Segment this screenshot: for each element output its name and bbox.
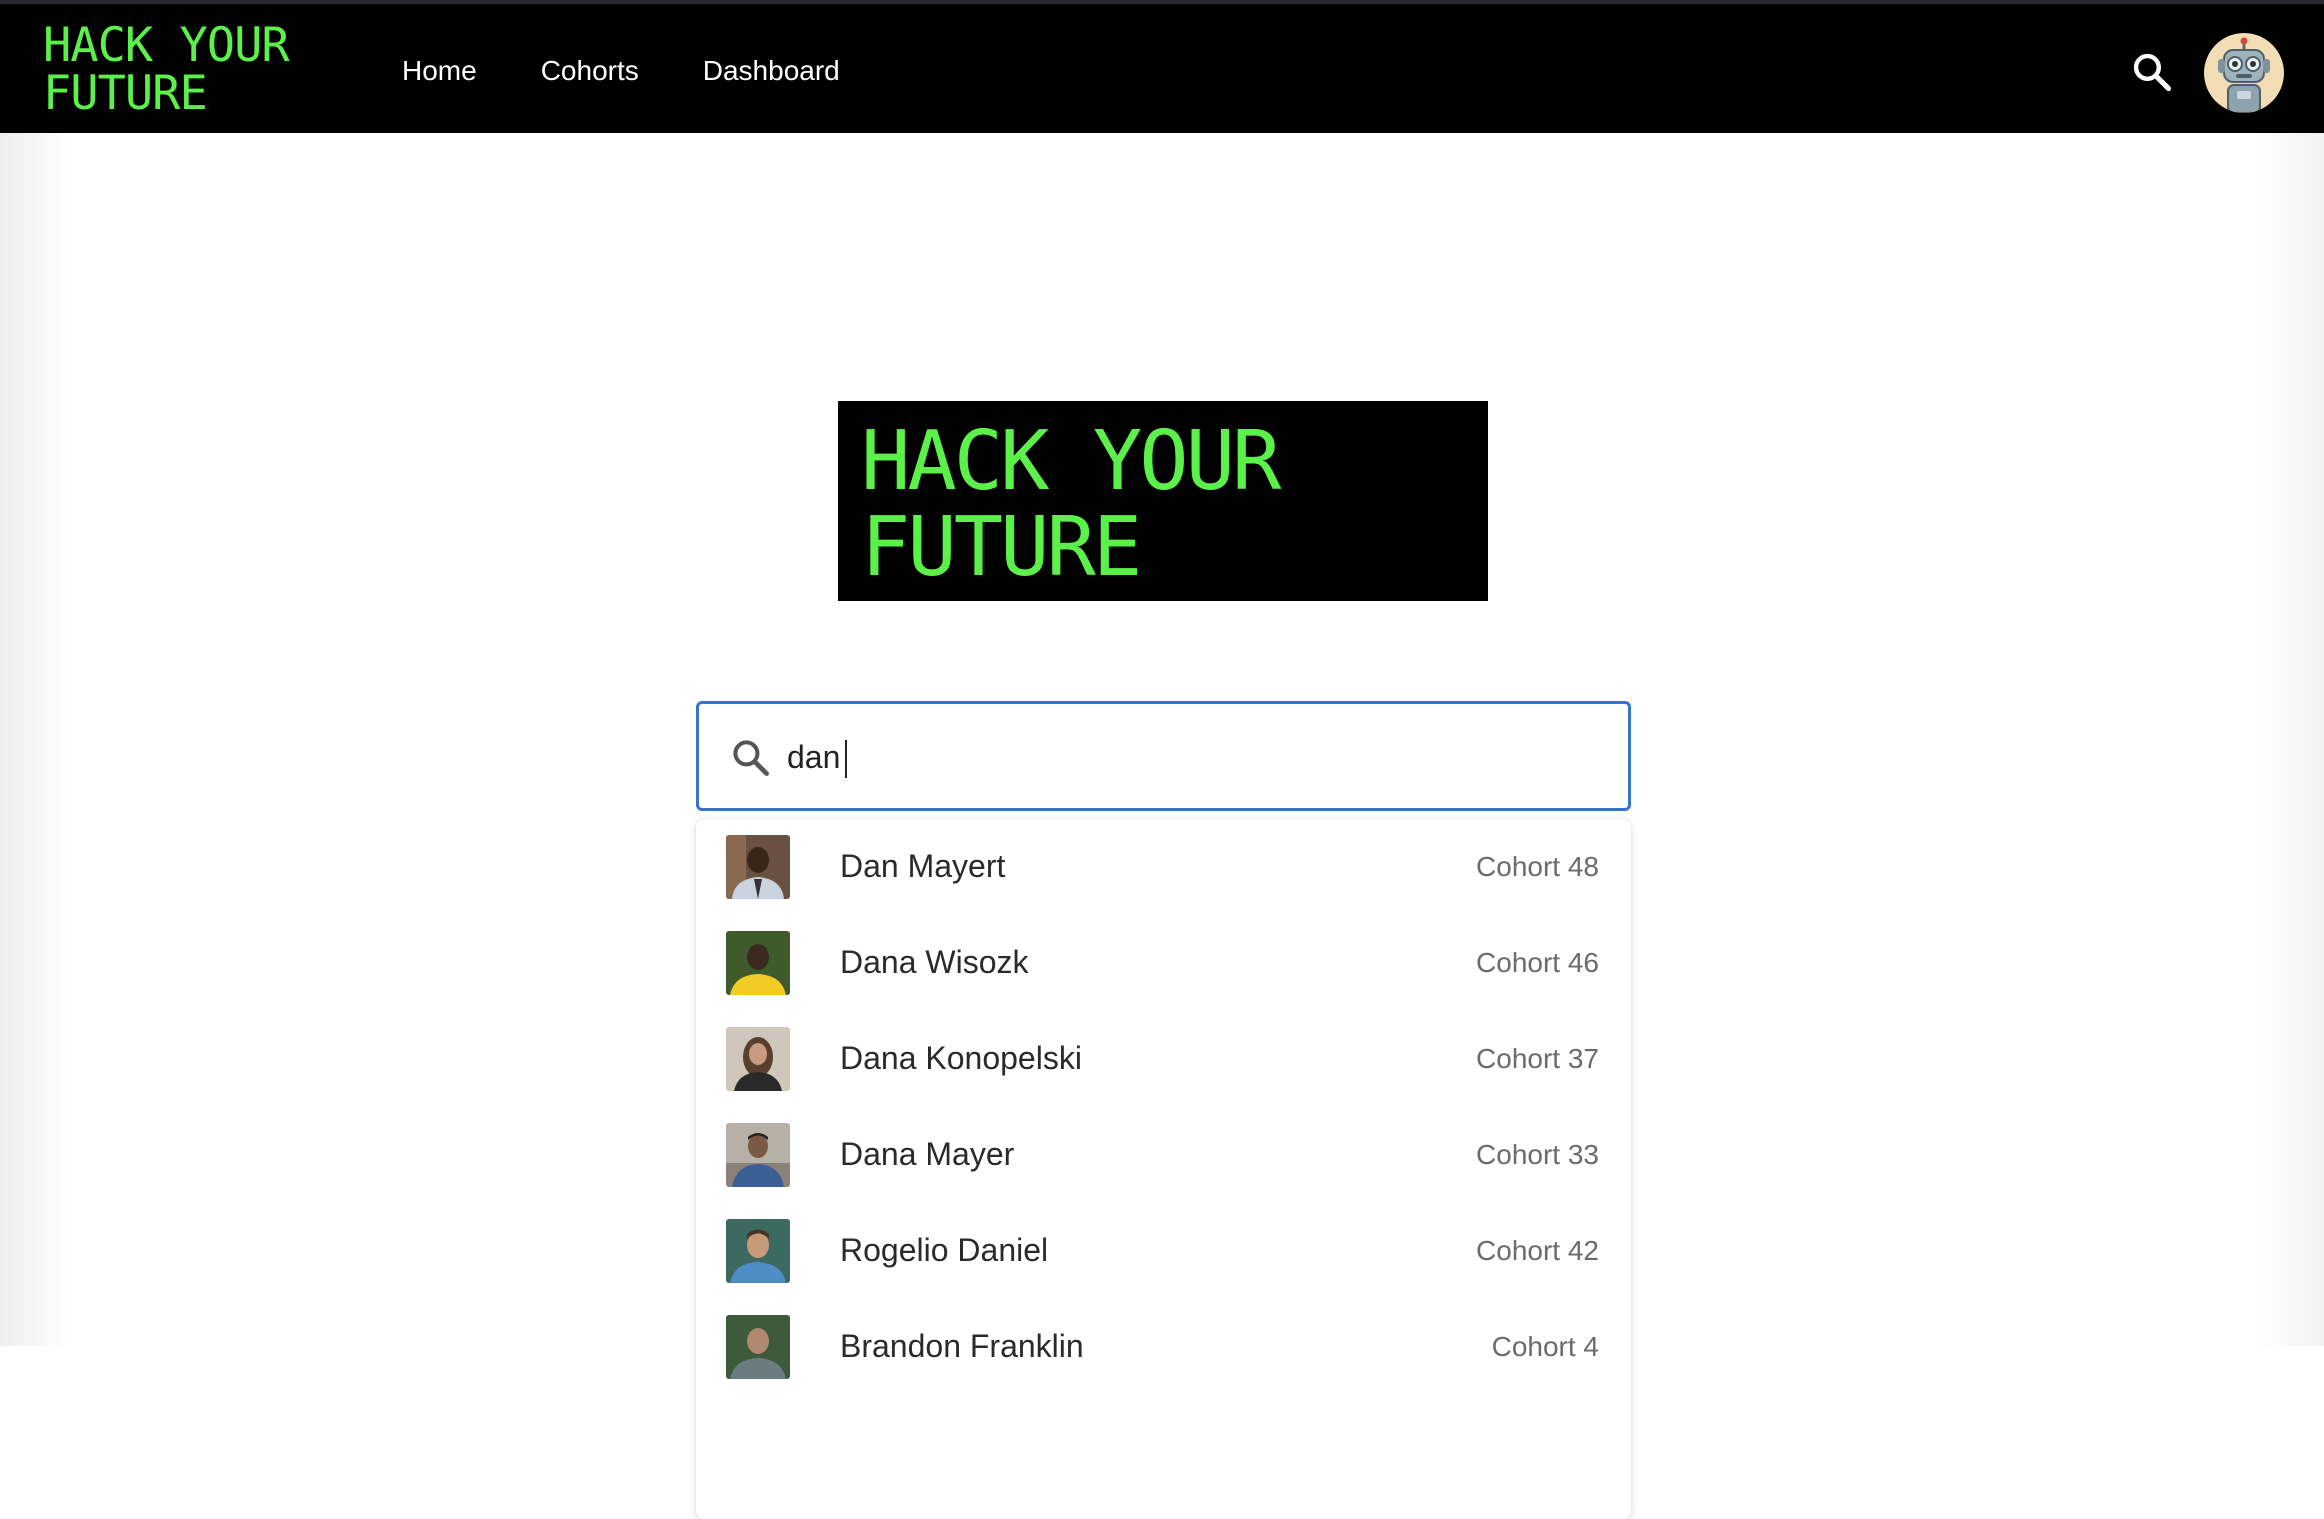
hero-logo: HACK YOUR FUTURE bbox=[838, 401, 1488, 601]
student-cohort: Cohort 33 bbox=[1476, 1139, 1599, 1170]
student-name: Dana Mayer bbox=[840, 1136, 1015, 1172]
student-cohort: Cohort 37 bbox=[1476, 1043, 1599, 1074]
search-result-item[interactable]: Dan Mayert Cohort 48 bbox=[696, 819, 1631, 915]
nav-home[interactable]: Home bbox=[402, 51, 477, 91]
brand-logo[interactable]: HACK YOUR FUTURE bbox=[43, 22, 290, 118]
student-photo bbox=[726, 1219, 790, 1283]
search-input[interactable] bbox=[787, 722, 1607, 792]
student-cohort: Cohort 4 bbox=[1491, 1331, 1599, 1362]
student-name: Rogelio Daniel bbox=[840, 1232, 1049, 1268]
search-icon bbox=[729, 736, 773, 780]
student-cohort: Cohort 48 bbox=[1476, 851, 1599, 882]
text-caret bbox=[845, 740, 847, 778]
student-photo bbox=[726, 1027, 790, 1091]
student-photo bbox=[726, 1123, 790, 1187]
search-icon[interactable] bbox=[2130, 50, 2174, 94]
student-cohort: Cohort 46 bbox=[1476, 947, 1599, 978]
student-name: Dana Konopelski bbox=[840, 1040, 1082, 1076]
search-result-item[interactable]: Rogelio Daniel Cohort 42 bbox=[696, 1203, 1631, 1299]
student-name: Brandon Franklin bbox=[840, 1328, 1084, 1364]
main-nav: Home Cohorts Dashboard bbox=[402, 51, 904, 91]
nav-dashboard[interactable]: Dashboard bbox=[703, 51, 840, 91]
student-name: Dan Mayert bbox=[840, 848, 1006, 884]
search-box[interactable] bbox=[696, 701, 1631, 811]
student-photo bbox=[726, 1315, 790, 1379]
nav-cohorts[interactable]: Cohorts bbox=[541, 51, 639, 91]
student-photo bbox=[726, 931, 790, 995]
robot-avatar-icon bbox=[2218, 37, 2270, 113]
top-navigation-bar: HACK YOUR FUTURE Home Cohorts Dashboard bbox=[0, 0, 2324, 133]
search-result-item[interactable]: Dana Konopelski Cohort 37 bbox=[696, 1011, 1631, 1107]
main-content: HACK YOUR FUTURE Dan Mayert Co bbox=[0, 133, 2324, 1519]
student-cohort: Cohort 42 bbox=[1476, 1235, 1599, 1266]
student-photo bbox=[726, 835, 790, 899]
search-results-dropdown: Dan Mayert Cohort 48 Dana Wisozk Cohort … bbox=[696, 819, 1631, 1519]
search-result-item[interactable]: Dana Mayer Cohort 33 bbox=[696, 1107, 1631, 1203]
search-result-item[interactable]: Brandon Franklin Cohort 4 bbox=[696, 1299, 1631, 1395]
student-name: Dana Wisozk bbox=[840, 944, 1029, 980]
user-avatar[interactable] bbox=[2204, 33, 2284, 113]
search-result-item[interactable]: Dana Wisozk Cohort 46 bbox=[696, 915, 1631, 1011]
hero-logo-text: HACK YOUR FUTURE bbox=[861, 414, 1281, 595]
